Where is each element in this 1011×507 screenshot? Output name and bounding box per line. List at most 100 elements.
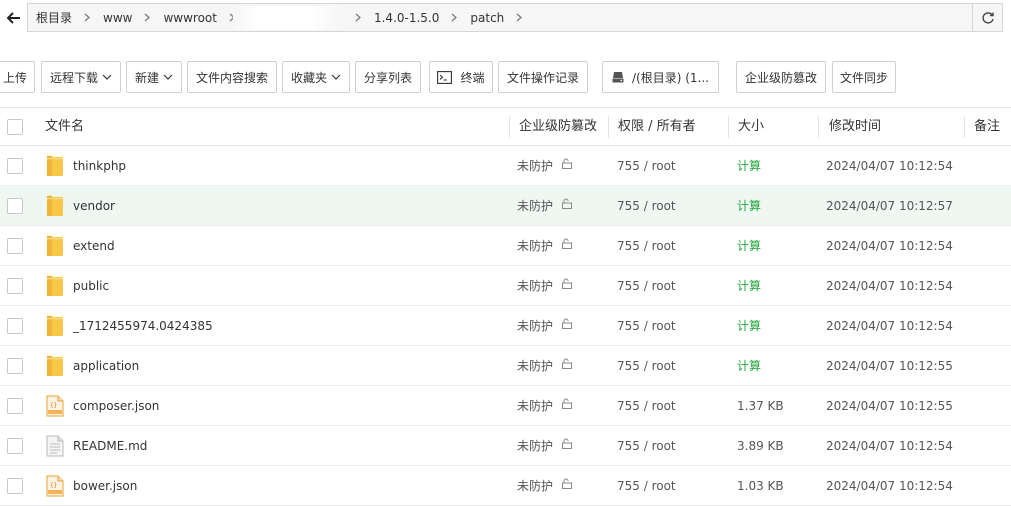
tamper-proof-button[interactable]: 企业级防篡改 — [736, 61, 826, 93]
column-divider[interactable] — [509, 116, 510, 138]
file-name[interactable]: public — [73, 266, 109, 306]
row-checkbox[interactable] — [7, 278, 23, 294]
file-name[interactable]: vendor — [73, 186, 115, 226]
row-checkbox[interactable] — [7, 318, 23, 334]
modified-time: 2024/04/07 10:12:54 — [826, 319, 953, 333]
header-name[interactable]: 文件名 — [45, 108, 84, 146]
table-row[interactable]: README.md 未防护 755 / root 3.89 KB 2024/04/07 … — [0, 426, 1011, 466]
content-search-label: 文件内容搜索 — [195, 70, 268, 85]
breadcrumb-item-patch[interactable]: patch — [470, 4, 535, 31]
folder-icon — [46, 355, 64, 377]
folder-icon — [46, 315, 64, 337]
unlock-icon[interactable] — [561, 425, 573, 465]
header-permission[interactable]: 权限 / 所有者 — [618, 108, 696, 146]
tamper-status: 未防护 — [517, 426, 573, 466]
header-note[interactable]: 备注 — [974, 108, 1000, 146]
file-name[interactable]: application — [73, 346, 139, 386]
unlock-icon[interactable] — [561, 345, 573, 385]
permission-owner[interactable]: 755 / root — [617, 186, 676, 226]
upload-button[interactable]: 上传 — [0, 61, 35, 93]
permission-owner[interactable]: 755 / root — [617, 426, 676, 466]
calculate-size-link[interactable]: 计算 — [737, 146, 761, 186]
operation-log-button[interactable]: 文件操作记录 — [498, 61, 588, 93]
disk-button[interactable]: /(根目录) (1... — [602, 61, 719, 93]
modified-time: 2024/04/07 10:12:54 — [826, 279, 953, 293]
calculate-size-link[interactable]: 计算 — [737, 346, 761, 386]
file-name[interactable]: README.md — [73, 426, 147, 466]
table-row[interactable]: public 未防护 755 / root 计算 2024/04/07 10:12:54 — [0, 266, 1011, 306]
calculate-size-link[interactable]: 计算 — [737, 266, 761, 306]
column-divider[interactable] — [728, 116, 729, 138]
favorites-dropdown[interactable]: 收藏夹 — [282, 61, 350, 93]
table-row[interactable]: extend 未防护 755 / root 计算 2024/04/07 10:12:54 — [0, 226, 1011, 266]
back-button[interactable] — [0, 3, 27, 32]
svg-text:{}: {} — [50, 402, 57, 409]
table-row[interactable]: vendor 未防护 755 / root 计算 2024/04/07 10:12:57 — [0, 186, 1011, 226]
table-row[interactable]: _1712455974.0424385 未防护 755 / root 计算 2024/0… — [0, 306, 1011, 346]
share-list-button[interactable]: 分享列表 — [355, 61, 421, 93]
unlock-icon[interactable] — [561, 145, 573, 185]
table-row[interactable]: {} bower.json 未防护 755 / root 1.03 KB 2024/04/… — [0, 466, 1011, 506]
file-name[interactable]: composer.json — [73, 386, 159, 426]
file-sync-button[interactable]: 文件同步 — [832, 61, 896, 93]
breadcrumb-item-redacted[interactable] — [232, 4, 374, 31]
calculate-size-link[interactable]: 计算 — [737, 186, 761, 226]
breadcrumb-item-root[interactable]: 根目录 — [36, 4, 103, 31]
new-dropdown[interactable]: 新建 — [126, 61, 182, 93]
json-file-icon: {} — [46, 475, 64, 497]
file-name[interactable]: _1712455974.0424385 — [73, 306, 213, 346]
row-checkbox[interactable] — [7, 358, 23, 374]
file-size: 3.89 KB — [737, 439, 784, 453]
chevron-right-icon — [355, 13, 361, 22]
file-name[interactable]: thinkphp — [73, 146, 126, 186]
permission-owner[interactable]: 755 / root — [617, 226, 676, 266]
terminal-icon — [437, 70, 453, 84]
row-checkbox[interactable] — [7, 398, 23, 414]
refresh-button[interactable] — [972, 3, 1003, 32]
breadcrumb-item-wwwroot[interactable]: wwwroot — [163, 4, 239, 31]
terminal-button[interactable]: 终端 — [429, 61, 493, 93]
breadcrumb: 根目录 www wwwroot 1.4.0-1.5.0 patch — [27, 3, 972, 32]
row-checkbox[interactable] — [7, 478, 23, 494]
permission-owner[interactable]: 755 / root — [617, 346, 676, 386]
unlock-icon[interactable] — [561, 305, 573, 345]
calculate-size-link[interactable]: 计算 — [737, 226, 761, 266]
permission-owner[interactable]: 755 / root — [617, 466, 676, 506]
breadcrumb-label: www — [103, 10, 133, 25]
file-name[interactable]: bower.json — [73, 466, 137, 506]
permission-owner[interactable]: 755 / root — [617, 306, 676, 346]
chevron-down-icon — [102, 74, 112, 80]
header-size[interactable]: 大小 — [738, 108, 764, 146]
unlock-icon[interactable] — [561, 265, 573, 305]
remote-download-dropdown[interactable]: 远程下载 — [41, 61, 121, 93]
table-row[interactable]: thinkphp 未防护 755 / root 计算 2024/04/07 10:12:… — [0, 146, 1011, 186]
breadcrumb-item-www[interactable]: www — [103, 4, 163, 31]
unlock-icon[interactable] — [561, 465, 573, 505]
row-checkbox[interactable] — [7, 438, 23, 454]
permission-owner[interactable]: 755 / root — [617, 146, 676, 186]
permission-owner[interactable]: 755 / root — [617, 266, 676, 306]
chevron-down-icon — [163, 74, 173, 80]
header-tamper[interactable]: 企业级防篡改 — [519, 108, 597, 146]
row-checkbox[interactable] — [7, 238, 23, 254]
content-search-button[interactable]: 文件内容搜索 — [187, 61, 277, 93]
column-divider[interactable] — [608, 116, 609, 138]
column-divider[interactable] — [964, 116, 965, 138]
breadcrumb-label: wwwroot — [163, 10, 217, 25]
table-row[interactable]: application 未防护 755 / root 计算 2024/04/07 10:… — [0, 346, 1011, 386]
header-modified-time[interactable]: 修改时间 — [829, 108, 881, 146]
unlock-icon[interactable] — [561, 185, 573, 225]
calculate-size-link[interactable]: 计算 — [737, 306, 761, 346]
column-divider[interactable] — [818, 116, 819, 138]
permission-owner[interactable]: 755 / root — [617, 386, 676, 426]
select-all-checkbox[interactable] — [7, 119, 23, 135]
row-checkbox[interactable] — [7, 198, 23, 214]
unlock-icon[interactable] — [561, 225, 573, 265]
table-row[interactable]: {} composer.json 未防护 755 / root 1.37 KB 2024/… — [0, 386, 1011, 426]
file-name[interactable]: extend — [73, 226, 115, 266]
unlock-icon[interactable] — [561, 385, 573, 425]
refresh-icon — [981, 11, 994, 24]
share-list-label: 分享列表 — [363, 70, 412, 85]
row-checkbox[interactable] — [7, 158, 23, 174]
breadcrumb-item-version[interactable]: 1.4.0-1.5.0 — [374, 4, 470, 31]
